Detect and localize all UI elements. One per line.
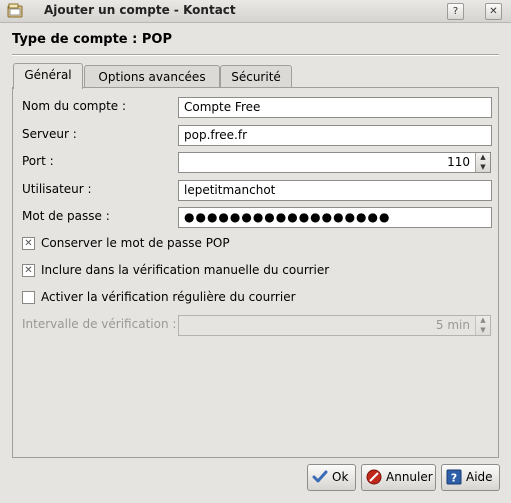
help-button[interactable]: ? Aide [441, 464, 500, 491]
keep-password-checkbox[interactable]: ✕ [22, 237, 35, 250]
server-label: Serveur : [22, 127, 77, 141]
port-value: 110 [447, 155, 470, 169]
periodic-check-checkbox[interactable] [22, 291, 35, 304]
window-title: Ajouter un compte - Kontact [44, 3, 236, 17]
checkmark-icon [312, 470, 328, 483]
svg-text:?: ? [451, 472, 457, 485]
kontact-app-icon [7, 3, 23, 18]
account-name-input[interactable]: Compte Free [178, 97, 492, 118]
spin-down-arrow-icon: ▼ [480, 326, 486, 334]
help-title-button[interactable]: ? [447, 3, 464, 20]
password-input[interactable]: ●●●●●●●●●●●●●●●●●● [178, 207, 492, 228]
periodic-check-label: Activer la vérification régulière du cou… [41, 290, 296, 304]
include-manual-checkbox[interactable]: ✕ [22, 264, 35, 277]
server-input[interactable]: pop.free.fr [178, 125, 492, 146]
interval-spinbox: 5 min ▲ ▼ [178, 315, 491, 336]
interval-spin-buttons: ▲ ▼ [475, 316, 490, 335]
user-input[interactable]: lepetitmanchot [178, 180, 492, 201]
port-spinbox[interactable]: 110 ▲ ▼ [178, 152, 491, 173]
spin-down-arrow-icon[interactable]: ▼ [476, 163, 490, 172]
ok-label: Ok [332, 470, 349, 484]
title-bar[interactable]: Ajouter un compte - Kontact ? ✕ [0, 0, 511, 23]
spin-up-arrow-icon[interactable]: ▲ [476, 153, 490, 162]
cancel-icon [366, 469, 382, 485]
ok-button[interactable]: Ok [307, 464, 356, 491]
close-window-button[interactable]: ✕ [485, 3, 502, 20]
help-book-icon: ? [446, 469, 462, 485]
port-label: Port : [22, 154, 54, 168]
include-manual-label: Inclure dans la vérification manuelle du… [41, 263, 330, 277]
cancel-label: Annuler [386, 470, 433, 484]
password-label: Mot de passe : [22, 209, 110, 223]
separator [12, 54, 499, 56]
keep-password-label: Conserver le mot de passe POP [41, 236, 230, 250]
port-spin-buttons[interactable]: ▲ ▼ [475, 153, 490, 172]
interval-label: Intervalle de vérification : [22, 317, 177, 331]
account-type-heading: Type de compte : POP [12, 32, 172, 47]
cancel-button[interactable]: Annuler [361, 464, 436, 491]
user-label: Utilisateur : [22, 182, 92, 196]
spin-up-arrow-icon: ▲ [480, 316, 486, 324]
tab-security[interactable]: Sécurité [220, 65, 292, 88]
tab-advanced-options[interactable]: Options avancées [84, 65, 220, 88]
help-label: Aide [466, 470, 493, 484]
account-name-label: Nom du compte : [22, 99, 127, 113]
tab-general[interactable]: Général [13, 63, 83, 89]
interval-value: 5 min [435, 318, 470, 332]
